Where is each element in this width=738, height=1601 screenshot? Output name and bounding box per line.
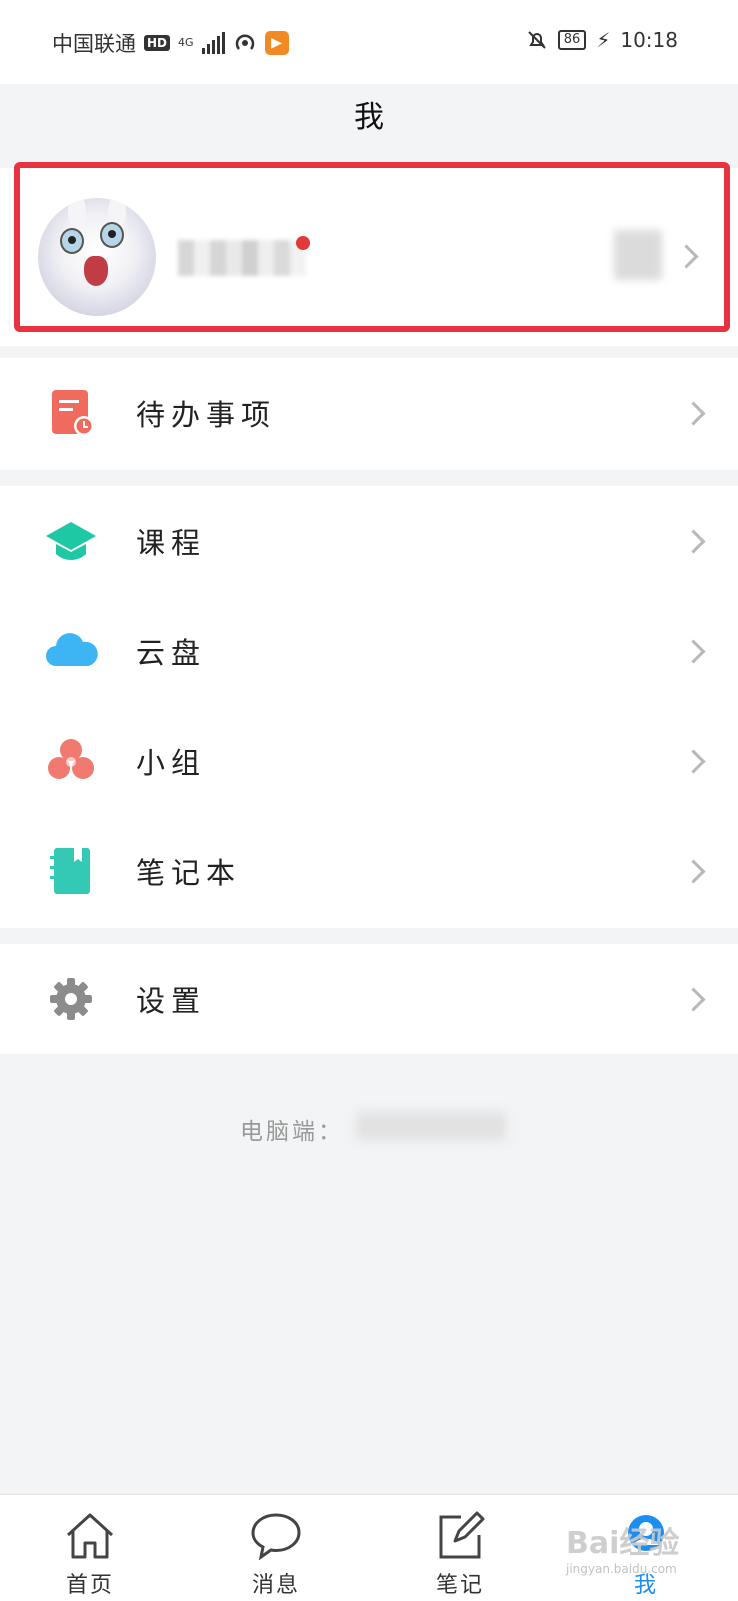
clock: 10:18 <box>620 28 678 52</box>
status-left: 中国联通 HD 4G ▶ <box>52 28 289 58</box>
chevron-right-icon <box>681 639 706 664</box>
chevron-right-icon <box>681 401 706 426</box>
section-main: 课程 云盘 小组 笔记本 <box>0 486 738 928</box>
tab-messages[interactable]: 消息 <box>206 1495 346 1601</box>
cloud-icon <box>46 633 98 666</box>
menu-item-courses[interactable]: 课程 <box>0 486 738 596</box>
chevron-right-icon <box>681 987 706 1012</box>
status-bar: 中国联通 HD 4G ▶ 86 ⚡ 10:18 <box>0 0 738 84</box>
graduation-cap-icon <box>46 522 96 560</box>
page-title: 我 <box>354 100 384 135</box>
tab-label-notes: 笔记 <box>435 1573 484 1598</box>
menu-label-groups: 小组 <box>136 746 207 780</box>
menu-item-groups[interactable]: 小组 <box>0 706 738 816</box>
battery-icon: 86 <box>557 30 587 50</box>
home-icon <box>66 1513 114 1559</box>
charging-icon: ⚡ <box>596 28 611 52</box>
chevron-right-icon <box>681 859 706 884</box>
group-icon <box>48 739 94 779</box>
carrier-name: 中国联通 <box>52 32 136 56</box>
menu-label-cloud-disk: 云盘 <box>136 636 207 670</box>
menu-label-notebook: 笔记本 <box>136 856 242 890</box>
chevron-right-icon <box>681 529 706 554</box>
menu-label-todo: 待办事项 <box>136 398 277 432</box>
mute-bell-icon <box>528 31 546 49</box>
tab-notes[interactable]: 笔记 <box>390 1495 530 1601</box>
signal-icon <box>201 32 225 54</box>
hd-badge: HD <box>144 35 171 51</box>
app-notification-icon: ▶ <box>264 31 289 55</box>
menu-label-courses: 课程 <box>136 526 207 560</box>
menu-item-settings[interactable]: 设置 <box>0 944 738 1054</box>
tab-home[interactable]: 首页 <box>20 1495 160 1601</box>
menu-item-cloud-disk[interactable]: 云盘 <box>0 596 738 706</box>
watermark: Bai经验 jingyan.baidu.com <box>566 1518 679 1576</box>
tab-label-messages: 消息 <box>251 1573 300 1598</box>
notebook-icon <box>50 848 90 894</box>
section-todo: 待办事项 <box>0 358 738 470</box>
network-type: 4G <box>178 36 194 49</box>
todo-list-icon <box>52 390 94 436</box>
chevron-right-icon <box>681 749 706 774</box>
desktop-value-blurred <box>356 1112 506 1140</box>
gear-icon <box>50 978 92 1020</box>
menu-item-notebook[interactable]: 笔记本 <box>0 816 738 926</box>
chat-bubble-icon <box>251 1513 301 1561</box>
menu-item-todo[interactable]: 待办事项 <box>0 358 738 468</box>
section-settings: 设置 <box>0 944 738 1054</box>
note-edit-icon <box>439 1511 485 1559</box>
hotspot-icon <box>235 34 254 50</box>
desktop-label: 电脑端： <box>240 1119 344 1145</box>
tab-label-home: 首页 <box>65 1573 114 1598</box>
highlight-frame <box>14 162 730 332</box>
status-right: 86 ⚡ 10:18 <box>526 28 678 52</box>
watermark-text: Bai经验 <box>566 1526 680 1561</box>
watermark-sub: jingyan.baidu.com <box>566 1562 677 1576</box>
menu-label-settings: 设置 <box>136 984 207 1018</box>
